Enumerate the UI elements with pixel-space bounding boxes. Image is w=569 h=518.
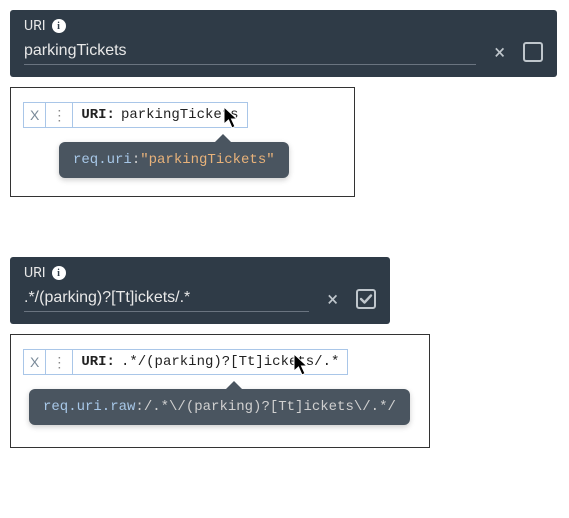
info-icon[interactable]: i (52, 266, 66, 280)
uri-input[interactable] (24, 38, 476, 65)
panel-title: URI (24, 18, 46, 34)
check-icon (359, 292, 373, 306)
panel-header: URI i (24, 265, 376, 281)
panel-title: URI (24, 265, 46, 281)
panel-header: URI i (24, 18, 543, 34)
chip-remove-icon[interactable]: X (24, 103, 46, 127)
input-row: × (24, 38, 543, 65)
chip-value: parkingTickets (121, 107, 239, 123)
example-regex: URI i × X ⋮ URI: .*/(parking)?[Tt]ickets… (10, 257, 559, 448)
chip-body[interactable]: URI: parkingTickets (73, 103, 246, 127)
input-row: × (24, 285, 376, 312)
chip-remove-icon[interactable]: X (24, 350, 46, 374)
query-tooltip: req.uri:"parkingTickets" (59, 142, 289, 178)
query-tooltip: req.uri.raw:/.*\/(parking)?[Tt]ickets\/.… (29, 389, 410, 425)
chip-body[interactable]: URI: .*/(parking)?[Tt]ickets/.* (73, 350, 347, 374)
regex-toggle-checkbox[interactable] (356, 289, 376, 309)
tooltip-key: req.uri.raw (43, 399, 135, 415)
chip-drag-icon[interactable]: ⋮ (46, 103, 73, 127)
result-chip-card: X ⋮ URI: .*/(parking)?[Tt]ickets/.* req.… (10, 334, 430, 448)
chip-value: .*/(parking)?[Tt]ickets/.* (121, 354, 339, 370)
info-icon[interactable]: i (52, 19, 66, 33)
chip-key: URI: (81, 354, 115, 370)
tooltip-op: : (135, 399, 143, 415)
filter-chip: X ⋮ URI: parkingTickets (23, 102, 248, 128)
result-chip-card: X ⋮ URI: parkingTickets req.uri:"parking… (10, 87, 355, 197)
filter-chip: X ⋮ URI: .*/(parking)?[Tt]ickets/.* (23, 349, 348, 375)
uri-filter-panel: URI i × (10, 10, 557, 77)
chip-drag-icon[interactable]: ⋮ (46, 350, 73, 374)
clear-input-icon[interactable]: × (323, 289, 342, 309)
clear-input-icon[interactable]: × (490, 42, 509, 62)
example-plain: URI i × X ⋮ URI: parkingTickets req.uri:… (10, 10, 559, 197)
uri-input[interactable] (24, 285, 309, 312)
tooltip-regex: /.*\/(parking)?[Tt]ickets\/.*/ (144, 399, 396, 415)
uri-filter-panel: URI i × (10, 257, 390, 324)
tooltip-literal: "parkingTickets" (140, 152, 274, 168)
chip-key: URI: (81, 107, 115, 123)
regex-toggle-checkbox[interactable] (523, 42, 543, 62)
tooltip-key: req.uri (73, 152, 132, 168)
tooltip-op: : (132, 152, 140, 168)
